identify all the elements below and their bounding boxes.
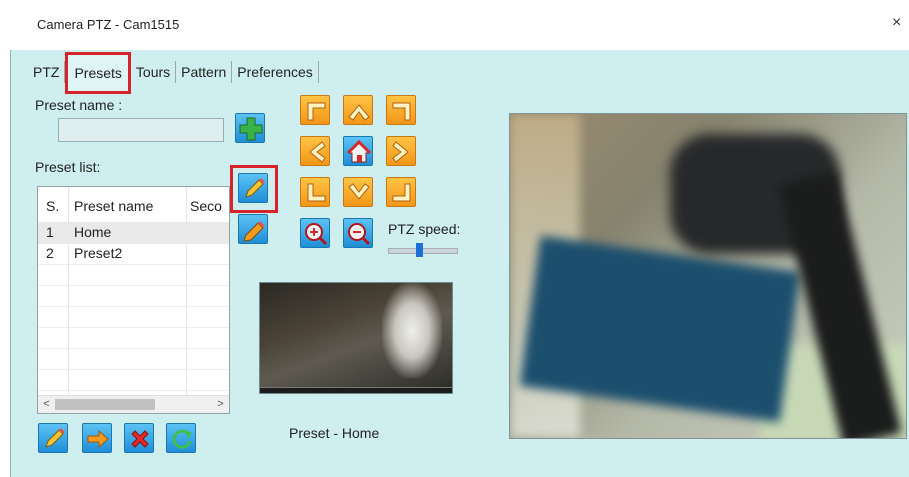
tab-tours[interactable]: Tours bbox=[131, 61, 177, 83]
zoom-out-icon bbox=[348, 223, 371, 246]
edit-preset-button[interactable] bbox=[238, 173, 268, 203]
column-header-s[interactable]: S. bbox=[46, 198, 59, 214]
table-row-empty bbox=[38, 285, 229, 307]
arrow-right-icon bbox=[87, 429, 109, 449]
zoom-out-button[interactable] bbox=[343, 218, 373, 248]
arrow-down-left-icon bbox=[307, 183, 326, 202]
column-header-seconds[interactable]: Seco bbox=[190, 198, 222, 214]
camera-live-view[interactable] bbox=[509, 113, 907, 439]
refresh-preset-button[interactable] bbox=[166, 423, 196, 453]
close-icon[interactable]: × bbox=[892, 14, 901, 32]
goto-preset-button[interactable] bbox=[82, 423, 112, 453]
tab-bar: PTZ Presets Tours Pattern Preferences bbox=[28, 52, 319, 94]
refresh-icon bbox=[172, 429, 192, 449]
pan-right-button[interactable] bbox=[386, 136, 416, 166]
pan-up-right-button[interactable] bbox=[386, 95, 416, 125]
chevron-down-icon bbox=[348, 183, 370, 200]
row-index: 2 bbox=[46, 245, 54, 261]
update-preset-button[interactable] bbox=[238, 214, 268, 244]
preview-scrub-bar bbox=[260, 387, 452, 393]
pencil-icon bbox=[45, 428, 65, 448]
chevron-left-icon bbox=[309, 141, 326, 163]
scroll-right-icon[interactable]: > bbox=[212, 396, 229, 413]
plus-icon bbox=[239, 117, 263, 141]
arrow-up-left-icon bbox=[307, 102, 326, 121]
pan-down-left-button[interactable] bbox=[300, 177, 330, 207]
column-header-preset-name[interactable]: Preset name bbox=[74, 198, 153, 214]
table-row-empty bbox=[38, 264, 229, 286]
zoom-in-button[interactable] bbox=[300, 218, 330, 248]
row-index: 1 bbox=[46, 224, 54, 240]
preset-list-label: Preset list: bbox=[35, 159, 101, 175]
row-preset-name: Home bbox=[74, 224, 112, 240]
pan-up-left-button[interactable] bbox=[300, 95, 330, 125]
tab-pattern[interactable]: Pattern bbox=[176, 61, 233, 83]
table-row-empty bbox=[38, 327, 229, 349]
red-x-icon bbox=[131, 430, 149, 448]
window-title: Camera PTZ - Cam1515 bbox=[37, 17, 180, 32]
ptz-speed-slider-thumb[interactable] bbox=[416, 243, 424, 257]
preset-preview-image bbox=[259, 282, 453, 394]
preset-name-input[interactable] bbox=[58, 118, 224, 142]
table-row-empty bbox=[38, 348, 229, 370]
tab-preferences[interactable]: Preferences bbox=[232, 61, 319, 83]
horizontal-scrollbar[interactable]: < > bbox=[38, 395, 229, 413]
preset-preview-caption: Preset - Home bbox=[289, 425, 380, 441]
tilt-up-button[interactable] bbox=[343, 95, 373, 125]
home-icon bbox=[346, 139, 372, 163]
ptz-speed-label: PTZ speed: bbox=[388, 221, 461, 237]
delete-preset-button[interactable] bbox=[124, 423, 154, 453]
scroll-left-icon[interactable]: < bbox=[38, 396, 55, 413]
table-header: S. Preset name Seco bbox=[38, 187, 229, 223]
add-preset-button[interactable] bbox=[235, 113, 265, 143]
pencil-icon bbox=[245, 178, 265, 198]
arrow-down-right-icon bbox=[392, 183, 411, 202]
pan-left-button[interactable] bbox=[300, 136, 330, 166]
table-row-empty bbox=[38, 306, 229, 328]
chevron-right-icon bbox=[392, 141, 409, 163]
pencil-edit-icon bbox=[243, 221, 265, 242]
chevron-up-icon bbox=[348, 104, 370, 121]
tab-ptz[interactable]: PTZ bbox=[28, 61, 66, 83]
tab-presets[interactable]: Presets bbox=[65, 52, 131, 94]
table-row[interactable]: 1 Home bbox=[38, 222, 229, 244]
edit-preset-list-button[interactable] bbox=[38, 423, 68, 453]
title-bar: Camera PTZ - Cam1515 × bbox=[0, 0, 909, 50]
preview-glare bbox=[382, 283, 442, 378]
preset-name-label: Preset name : bbox=[35, 97, 123, 113]
table-row[interactable]: 2 Preset2 bbox=[38, 243, 229, 265]
arrow-up-right-icon bbox=[392, 102, 411, 121]
row-preset-name: Preset2 bbox=[74, 245, 123, 261]
zoom-in-icon bbox=[305, 223, 328, 246]
home-button[interactable] bbox=[343, 136, 373, 166]
pan-down-right-button[interactable] bbox=[386, 177, 416, 207]
preset-list-table: S. Preset name Seco 1 Home 2 Preset2 < > bbox=[37, 186, 230, 414]
tilt-down-button[interactable] bbox=[343, 177, 373, 207]
table-row-empty bbox=[38, 369, 229, 391]
scrollbar-thumb[interactable] bbox=[55, 399, 155, 410]
